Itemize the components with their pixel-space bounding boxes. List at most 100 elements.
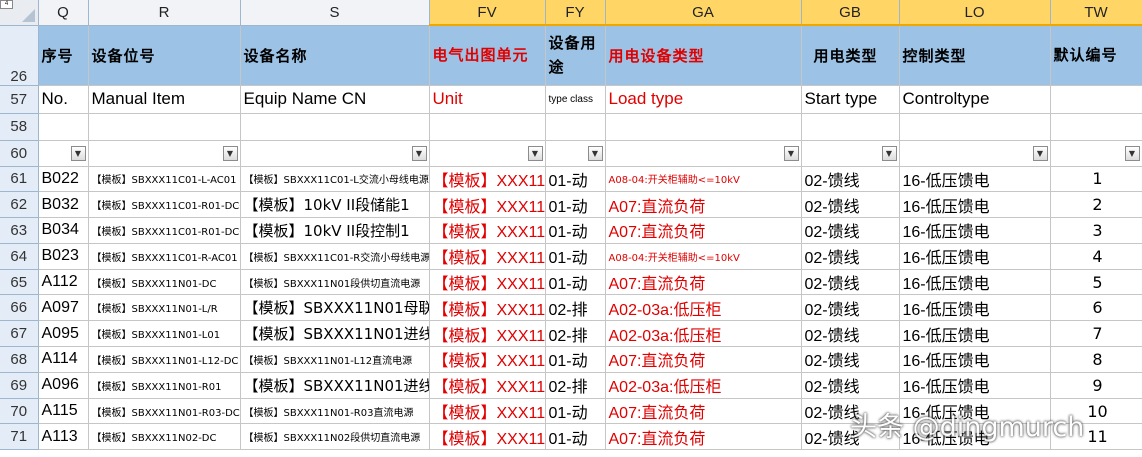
table-cell[interactable]: B022 [38,166,89,193]
column-header[interactable]: S [240,0,430,26]
table-cell[interactable] [38,113,89,141]
row-header[interactable]: 67 [0,320,39,348]
header-cell[interactable]: 默认编号 [1050,25,1142,86]
header-cell[interactable]: 控制类型 [899,25,1051,86]
filter-dropdown-icon[interactable]: ▼ [1124,145,1140,161]
table-cell[interactable]: 【模板】XXX11 [429,166,546,193]
column-header[interactable]: GB [801,0,900,26]
header-cell[interactable]: 设备位号 [88,25,241,86]
table-cell[interactable]: 16-低压馈电 [899,294,1051,322]
column-header[interactable]: FV [429,0,546,26]
table-cell[interactable] [1050,113,1142,141]
column-header[interactable]: Q [38,0,89,26]
header-cell[interactable]: 电气出图单元 [429,25,546,86]
table-cell[interactable] [240,113,430,141]
table-cell[interactable]: B023 [38,243,89,270]
table-cell[interactable]: 【模板】SBXXX11N01-L/R [88,294,241,322]
row-header[interactable]: 69 [0,372,39,399]
table-cell[interactable]: 16-低压馈电 [899,243,1051,270]
table-cell[interactable]: 01-动 [545,423,606,451]
table-cell[interactable]: 01-动 [545,346,606,373]
table-cell[interactable]: 8 [1050,346,1142,373]
table-cell[interactable]: 【模板】XXX11 [429,217,546,244]
table-cell[interactable]: 02-排 [545,372,606,399]
filter-dropdown-icon[interactable]: ▼ [881,145,897,161]
table-cell[interactable]: 02-馈线 [801,294,900,322]
table-cell[interactable]: 【模板】SBXXX11N01-L01 [88,320,241,348]
row-header[interactable]: 26 [0,25,39,86]
table-cell[interactable]: 7 [1050,320,1142,348]
filter-dropdown-icon[interactable]: ▼ [527,145,543,161]
table-cell[interactable]: A07:直流负荷 [605,217,802,244]
filter-cell[interactable]: ▼ [899,140,1051,167]
column-header[interactable]: LO [899,0,1051,26]
table-cell[interactable]: 02-馈线 [801,320,900,348]
table-cell[interactable]: A096 [38,372,89,399]
row-header[interactable]: 64 [0,243,39,270]
table-cell[interactable]: A08-04:开关柜辅助<=10kV [605,243,802,270]
table-cell[interactable]: 【模板】SBXXX11C01-R01-DC02 [88,217,241,244]
table-cell[interactable]: 16-低压馈电 [899,346,1051,373]
table-cell[interactable]: 16-低压馈电 [899,372,1051,399]
table-cell[interactable]: A02-03a:低压柜 [605,320,802,348]
table-cell[interactable]: Equip Name CN [240,85,430,114]
filter-dropdown-icon[interactable]: ▼ [587,145,603,161]
row-header[interactable]: 58 [0,113,39,141]
table-cell[interactable]: A07:直流负荷 [605,191,802,219]
table-cell[interactable]: 2 [1050,191,1142,219]
table-cell[interactable]: B034 [38,217,89,244]
table-cell[interactable]: 【模板】SBXXX11N01-R03直流电源 [240,398,430,425]
table-cell[interactable] [545,113,606,141]
table-cell[interactable]: A113 [38,423,89,451]
table-cell[interactable] [88,113,241,141]
table-cell[interactable]: Start type [801,85,900,114]
table-cell[interactable]: 【模板】SBXXX11N01-R03-DC [88,398,241,425]
header-cell[interactable]: 设备用途 [545,25,606,86]
table-cell[interactable]: 9 [1050,372,1142,399]
table-cell[interactable]: 02-馈线 [801,166,900,193]
row-header[interactable]: 60 [0,140,39,167]
table-cell[interactable]: A114 [38,346,89,373]
table-cell[interactable]: A112 [38,269,89,296]
table-cell[interactable]: 【模板】SBXXX11C01-L交流小母线电源1 [240,166,430,193]
table-cell[interactable]: 01-动 [545,217,606,244]
table-cell[interactable] [429,113,546,141]
table-cell[interactable]: 16-低压馈电 [899,191,1051,219]
table-cell[interactable]: 【模板】10kV II段储能1 [240,191,430,219]
table-cell[interactable]: 【模板】SBXXX11N01-L12-DC [88,346,241,373]
table-cell[interactable]: A097 [38,294,89,322]
table-cell[interactable]: 16-低压馈电 [899,217,1051,244]
table-cell[interactable]: 02-排 [545,320,606,348]
filter-cell[interactable]: ▼ [545,140,606,167]
outline-level-icon[interactable]: 4 [0,0,13,9]
table-cell[interactable]: Manual Item [88,85,241,114]
table-cell[interactable]: type class [545,85,606,114]
select-all-corner[interactable]: 4 [0,0,39,26]
column-header[interactable]: R [88,0,241,26]
table-cell[interactable]: A08-04:开关柜辅助<=10kV [605,166,802,193]
table-cell[interactable]: Load type [605,85,802,114]
table-cell[interactable]: 16-低压馈电 [899,166,1051,193]
column-header[interactable]: FY [545,0,606,26]
table-cell[interactable]: 【模板】SBXXX11N01进线2 [240,372,430,399]
table-cell[interactable]: 02-馈线 [801,243,900,270]
filter-cell[interactable]: ▼ [429,140,546,167]
table-cell[interactable]: B032 [38,191,89,219]
filter-cell[interactable]: ▼ [801,140,900,167]
table-cell[interactable] [605,113,802,141]
table-cell[interactable]: 01-动 [545,243,606,270]
table-cell[interactable]: 【模板】SBXXX11C01-R-AC01 [88,243,241,270]
table-cell[interactable] [801,113,900,141]
table-cell[interactable]: A07:直流负荷 [605,346,802,373]
filter-dropdown-icon[interactable]: ▼ [1032,145,1048,161]
table-cell[interactable]: 02-馈线 [801,191,900,219]
row-header[interactable]: 70 [0,398,39,425]
header-cell[interactable]: 用电设备类型 [605,25,802,86]
table-cell[interactable]: 02-馈线 [801,217,900,244]
table-cell[interactable]: 【模板】10kV II段控制1 [240,217,430,244]
table-cell[interactable]: 【模板】SBXXX11C01-R交流小母线电源1 [240,243,430,270]
table-cell[interactable]: 5 [1050,269,1142,296]
table-cell[interactable]: 01-动 [545,398,606,425]
table-cell[interactable]: 【模板】XXX11 [429,372,546,399]
table-cell[interactable]: A07:直流负荷 [605,398,802,425]
